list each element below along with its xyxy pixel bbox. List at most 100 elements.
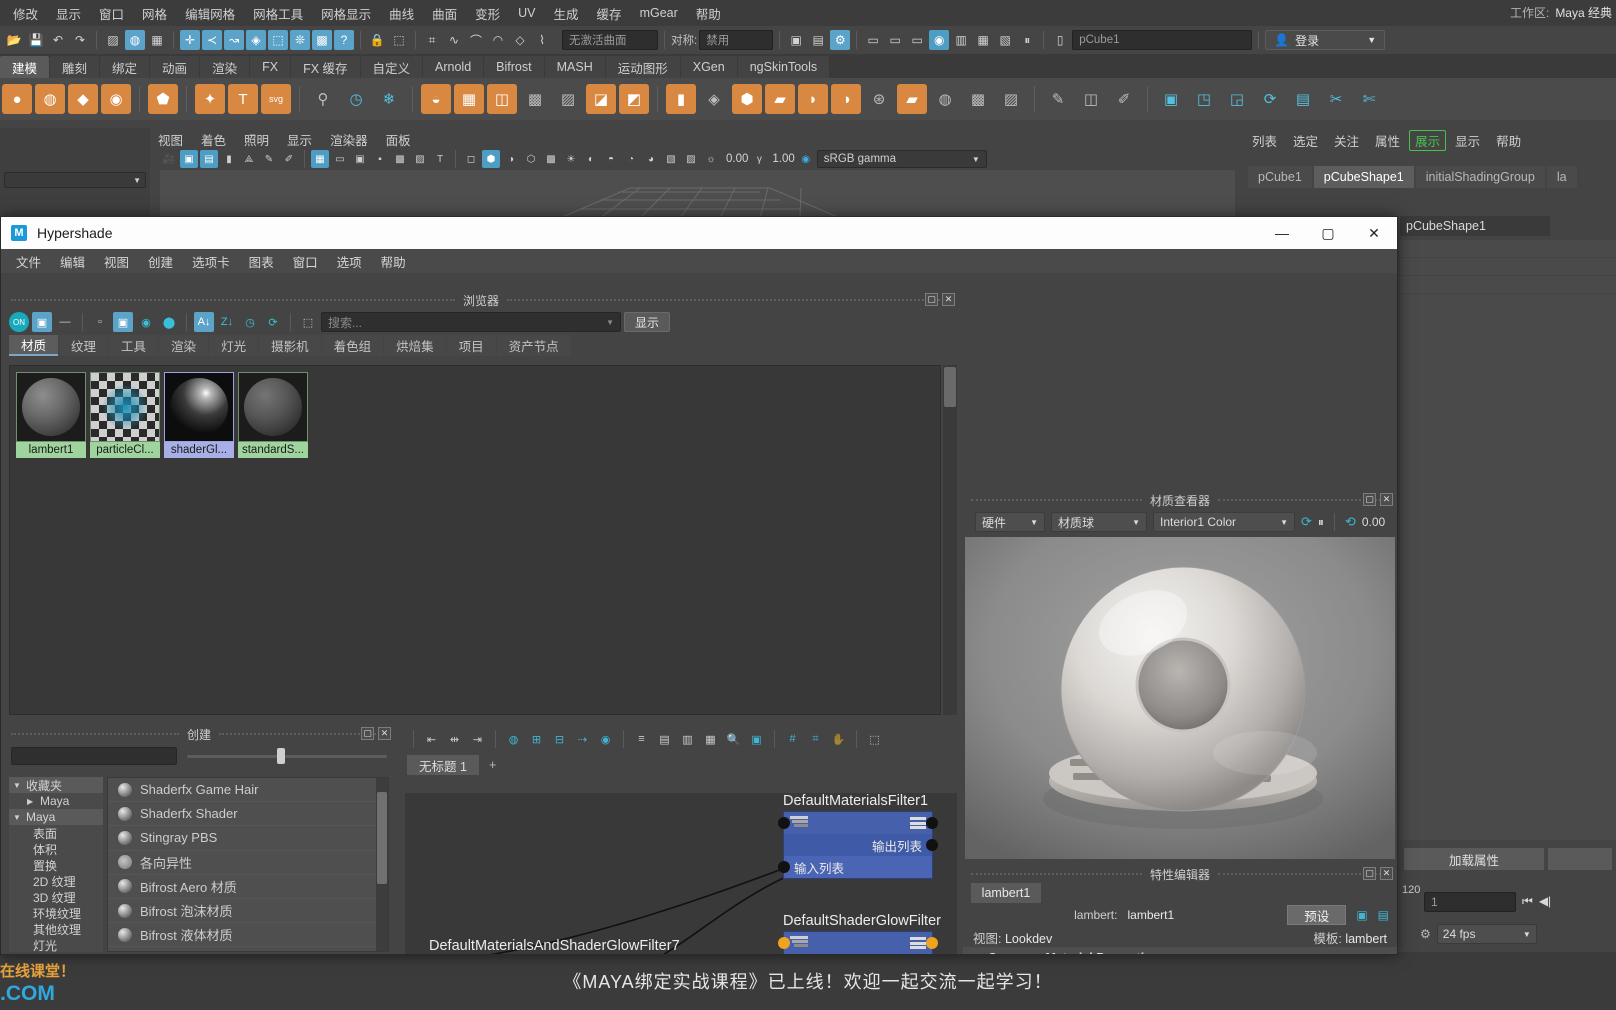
shadows-icon[interactable]: ◐ — [582, 150, 600, 168]
film-gate-icon[interactable]: ▭ — [331, 150, 349, 168]
create-size-slider[interactable] — [187, 747, 387, 765]
shelf-tab-11[interactable]: 运动图形 — [605, 56, 680, 78]
undo-icon[interactable]: ↶ — [48, 30, 68, 50]
create-node-item[interactable]: 各向异性 — [108, 851, 388, 875]
toggle-on-icon[interactable]: ON — [9, 312, 29, 332]
renderer-dropdown[interactable]: 硬件 ▼ — [975, 512, 1045, 532]
hs-menu-5[interactable]: 图表 — [240, 250, 283, 273]
smooth-icon[interactable]: ▩ — [520, 84, 550, 114]
create-polygon-icon[interactable]: ✦ — [195, 84, 225, 114]
minimize-icon[interactable]: — — [1259, 217, 1305, 249]
shelf-tab-13[interactable]: ngSkinTools — [737, 56, 830, 78]
uv-snapshot-icon[interactable]: ▤ — [1288, 84, 1318, 114]
gate-mask-icon[interactable]: ▪ — [371, 150, 389, 168]
cb-menu-6[interactable]: 帮助 — [1489, 130, 1528, 151]
copy-tab-button[interactable] — [1548, 848, 1612, 870]
viewport-menu-5[interactable]: 面板 — [378, 129, 419, 150]
graph-rearrange-icon[interactable]: ◍ — [504, 730, 523, 749]
graph-add-downstream-icon[interactable]: ⇢ — [573, 730, 592, 749]
safe-action-icon[interactable]: ▨ — [411, 150, 429, 168]
attribute-editor-toggle-icon[interactable]: ▥ — [951, 30, 971, 50]
graph-add-selected-icon[interactable]: ⊞ — [527, 730, 546, 749]
graph-tab-untitled1[interactable]: 无标题 1 — [407, 755, 479, 775]
menu-item-7[interactable]: 曲线 — [380, 2, 423, 25]
menu-item-0[interactable]: 修改 — [4, 2, 47, 25]
maximize-icon[interactable]: ▢ — [1305, 217, 1351, 249]
uv-layout-icon[interactable]: ⟳ — [1255, 84, 1285, 114]
select-mask-surface-icon[interactable]: ↝ — [224, 30, 244, 50]
snap-point-icon[interactable]: ⌒ — [466, 30, 486, 50]
tree-item-2d-texture[interactable]: 2D 纹理 — [9, 873, 103, 889]
tool-settings-toggle-icon[interactable]: ▦ — [973, 30, 993, 50]
menu-item-12[interactable]: 缓存 — [588, 2, 631, 25]
tree-item-3d-texture[interactable]: 3D 纹理 — [9, 889, 103, 905]
create-node-item[interactable]: Shaderfx Game Hair — [108, 778, 388, 803]
focus-icon[interactable]: ▣ — [1356, 908, 1367, 922]
graph-layout-compact-icon[interactable]: ▤ — [655, 730, 674, 749]
hs-menu-3[interactable]: 创建 — [139, 250, 182, 273]
poly-platonic-icon[interactable]: ⬟ — [148, 84, 178, 114]
graph-clear-icon[interactable]: ◉ — [596, 730, 615, 749]
hs-menu-1[interactable]: 编辑 — [51, 250, 94, 273]
shelf-tab-5[interactable]: FX — [250, 56, 291, 78]
menu-item-9[interactable]: 变形 — [466, 2, 509, 25]
undock-icon[interactable]: ▢ — [1363, 493, 1376, 506]
toggle-panel-1-icon[interactable]: ▭ — [863, 30, 883, 50]
bake-icon[interactable]: ◷ — [341, 84, 371, 114]
svg-tool-icon[interactable]: svg — [261, 84, 291, 114]
tree-item-favorites[interactable]: ▼ 收藏夹 — [9, 777, 103, 793]
refresh-icon[interactable]: ⟳ — [263, 312, 283, 332]
browser-tab-4[interactable]: 灯光 — [209, 335, 259, 356]
select-mask-vertex-icon[interactable]: ✛ — [180, 30, 200, 50]
fps-dropdown[interactable]: 24 fps ▼ — [1436, 924, 1537, 944]
material-swatch[interactable]: lambert1 — [16, 372, 86, 458]
create-node-item[interactable]: Bifrost Aero 材质 — [108, 875, 388, 899]
load-attributes-button[interactable]: 加载属性 — [1404, 848, 1544, 870]
shelf-tab-1[interactable]: 雕刻 — [50, 56, 100, 78]
browser-tab-1[interactable]: 纹理 — [59, 335, 109, 356]
menu-item-4[interactable]: 编辑网格 — [176, 2, 244, 25]
shelf-tab-12[interactable]: XGen — [680, 56, 737, 78]
wireframe-icon[interactable]: ◻ — [462, 150, 480, 168]
pin-icon[interactable]: ▤ — [1378, 908, 1389, 922]
smooth-shade-icon[interactable]: ⬢ — [482, 150, 500, 168]
graph-pan-icon[interactable]: ✋ — [829, 730, 848, 749]
motion-blur-icon[interactable]: ◔ — [622, 150, 640, 168]
shelf-tab-8[interactable]: Arnold — [423, 56, 484, 78]
tree-item-maya[interactable]: ▼ Maya — [9, 809, 103, 825]
browser-tab-8[interactable]: 项目 — [446, 335, 496, 356]
combine-icon[interactable]: ◒ — [421, 84, 451, 114]
scrollbar-thumb[interactable] — [944, 367, 956, 407]
show-list-icon[interactable]: — — [55, 312, 75, 332]
exposure-icon[interactable]: ☼ — [702, 150, 720, 168]
shaded-wireframe-icon[interactable]: ◑ — [502, 150, 520, 168]
crease-icon[interactable]: ▨ — [996, 84, 1026, 114]
anim-prefs-icon[interactable]: ⚙ — [1420, 927, 1431, 941]
show-swatch-icon[interactable]: ▣ — [32, 312, 52, 332]
textured-icon[interactable]: ⬡ — [522, 150, 540, 168]
graph-frame-all-icon[interactable]: ▣ — [747, 730, 766, 749]
poly-cone-icon[interactable]: ◆ — [68, 84, 98, 114]
hs-menu-2[interactable]: 视图 — [95, 250, 138, 273]
toggle-panel-3-icon[interactable]: ▭ — [907, 30, 927, 50]
browser-tab-9[interactable]: 资产节点 — [496, 335, 571, 356]
environment-dropdown[interactable]: Interior1 Color ▼ — [1153, 512, 1295, 532]
channel-row[interactable] — [1400, 258, 1616, 276]
close-panel-icon[interactable]: ✕ — [942, 293, 955, 306]
select-mask-curve-icon[interactable]: ≺ — [202, 30, 222, 50]
bridge-icon[interactable]: ⬢ — [732, 84, 762, 114]
quick-select-field[interactable]: pCube1 — [1072, 30, 1253, 50]
save-scene-icon[interactable]: 💾 — [26, 30, 46, 50]
pencil-icon[interactable]: ✐ — [280, 150, 298, 168]
viewport-menu-3[interactable]: 显示 — [279, 129, 320, 150]
graph-input-connections-icon[interactable]: ⇤ — [422, 730, 441, 749]
select-mask-help-icon[interactable]: ? — [334, 30, 354, 50]
render-settings-icon[interactable]: ⚙ — [830, 30, 851, 50]
extrude-icon[interactable]: ▮ — [666, 84, 696, 114]
cb-menu-3[interactable]: 属性 — [1368, 130, 1407, 151]
pause-icon[interactable]: ⏸ — [1017, 30, 1037, 50]
menu-item-2[interactable]: 窗口 — [90, 2, 133, 25]
material-preview-canvas[interactable] — [965, 537, 1395, 859]
create-search-input[interactable] — [11, 747, 177, 765]
menu-item-13[interactable]: mGear — [631, 4, 687, 22]
